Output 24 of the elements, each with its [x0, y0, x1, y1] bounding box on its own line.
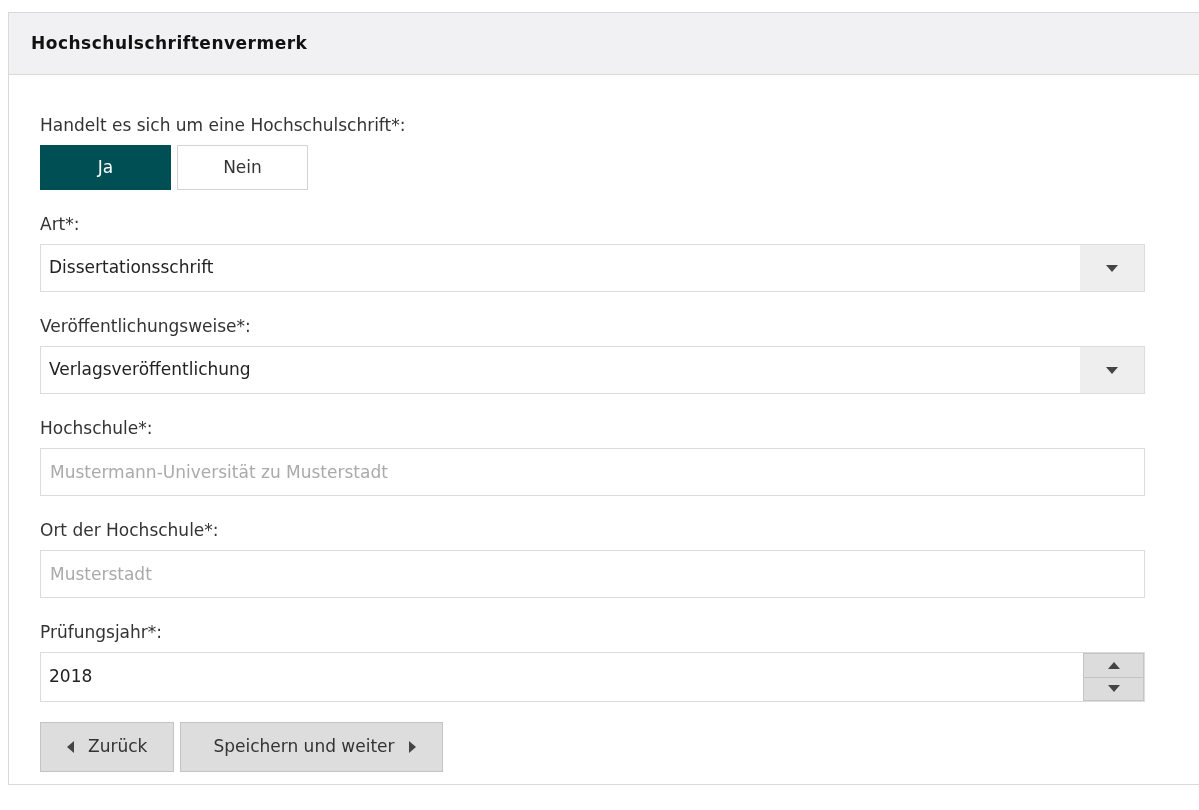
dropdown-field[interactable]: Verlagsveröffentlichung [40, 346, 1145, 394]
right-caret-icon [408, 741, 416, 753]
save-next-button[interactable]: Speichern und weiter [180, 722, 443, 772]
down-arrow-icon [1107, 685, 1120, 693]
caret-icon [1106, 264, 1118, 272]
increment-button[interactable] [1083, 653, 1144, 678]
up-arrow-icon [1107, 661, 1120, 669]
dropdown-field[interactable]: Dissertationsschrift [40, 244, 1145, 292]
panel-title: Hochschulschriftenvermerk [31, 31, 308, 55]
field-label: Hochschule*: [40, 417, 154, 440]
field-label: Ort der Hochschule*: [40, 519, 220, 542]
toggle-option[interactable]: Nein [177, 145, 308, 190]
toggle-option[interactable]: Ja [40, 145, 171, 190]
text-field[interactable]: Mustermann-Universität zu Musterstadt [40, 448, 1145, 496]
back-button[interactable]: Zurück [40, 722, 175, 772]
field-label: Veröffentlichungsweise*: [40, 315, 252, 338]
field-label: Prüfungsjahr*: [40, 621, 164, 644]
left-caret-icon [67, 741, 74, 753]
field-label: Handelt es sich um eine Hochschulschrift*: [40, 114, 407, 137]
field-label: Art*: [40, 213, 81, 236]
caret-icon [1106, 366, 1118, 374]
text-field[interactable]: Musterstadt [40, 550, 1145, 598]
number-field[interactable]: 2018 [40, 652, 1145, 702]
decrement-button[interactable] [1083, 677, 1144, 701]
